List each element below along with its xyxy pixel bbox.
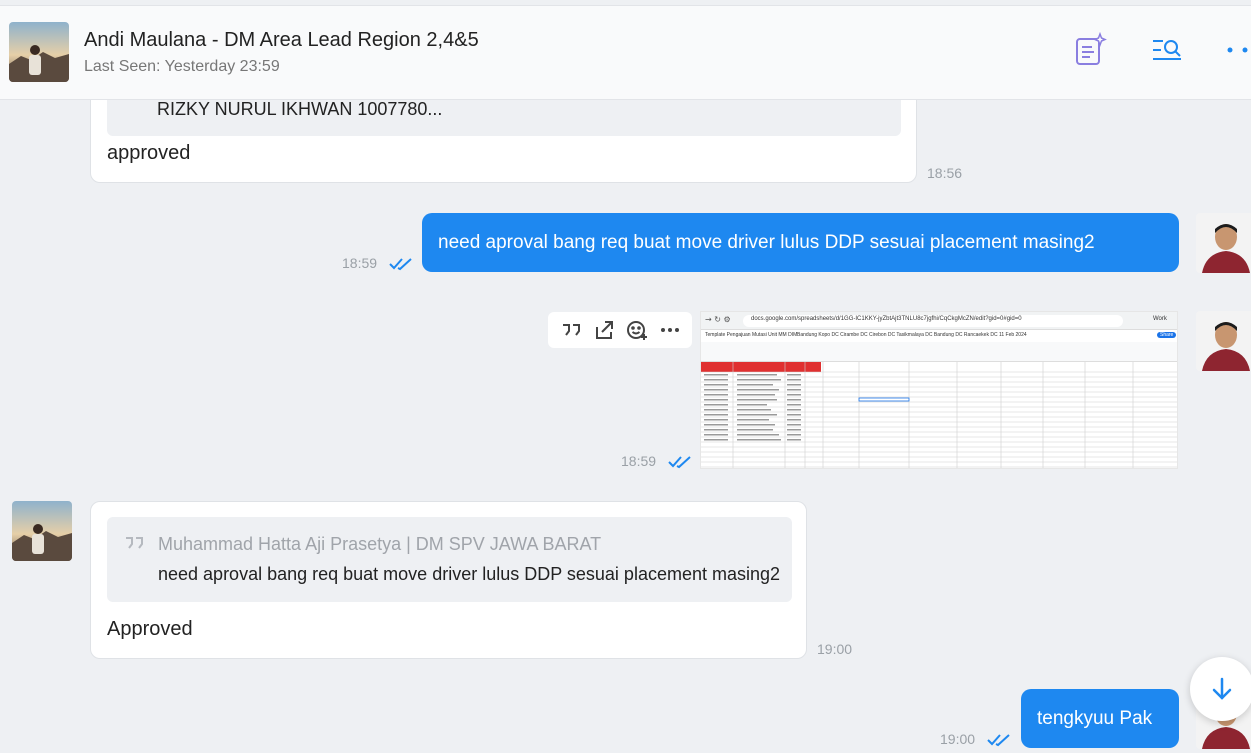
read-receipt-icon: [389, 258, 412, 271]
chat-header: Andi Maulana - DM Area Lead Region 2,4&5…: [0, 5, 1251, 100]
quote-icon[interactable]: [557, 316, 585, 344]
message-text: approved: [107, 142, 191, 164]
message-time: 19:00: [817, 641, 853, 657]
contact-name: Andi Maulana - DM Area Lead Region 2,4&5: [84, 29, 479, 51]
last-seen-status: Last Seen: Yesterday 23:59: [84, 58, 280, 75]
spreadsheet-grid: [701, 362, 1177, 468]
share-button: Share: [1157, 332, 1177, 338]
sheet-tabs: Bandung Kopo DC Cirambe DC Cirebon DC Ta…: [797, 332, 1027, 338]
chat-messages: RIZKY NURUL IKHWAN 1007780... approved 1…: [0, 100, 1251, 753]
reply-quote[interactable]: Muhammad Hatta Aji Prasetya | DM SPV JAW…: [107, 517, 792, 602]
message-bubble-outgoing[interactable]: tengkyuu Pak: [1021, 689, 1179, 748]
address-bar-url: docs.google.com/spreadsheets/d/1GG-IC1KK…: [751, 316, 1022, 322]
reply-quote[interactable]: RIZKY NURUL IKHWAN 1007780...: [107, 100, 901, 136]
quote-mark-icon: [126, 537, 143, 549]
message-text: need aproval bang req buat move driver l…: [438, 231, 1095, 253]
quoted-message-text: RIZKY NURUL IKHWAN 1007780...: [157, 100, 443, 119]
doc-title: Template Pengajuan Mutasi Unit MM DIM: [705, 332, 798, 338]
message-time: 18:59: [621, 453, 657, 469]
quoted-author: Muhammad Hatta Aji Prasetya | DM SPV JAW…: [158, 534, 602, 554]
more-horizontal-icon[interactable]: [656, 316, 684, 344]
message-bubble-incoming[interactable]: Muhammad Hatta Aji Prasetya | DM SPV JAW…: [90, 501, 807, 659]
read-receipt-icon: [668, 456, 691, 469]
message-bubble-incoming[interactable]: RIZKY NURUL IKHWAN 1007780... approved: [90, 100, 917, 183]
message-time: 18:56: [927, 165, 963, 181]
contact-avatar[interactable]: [12, 501, 72, 561]
message-actions-toolbar: [548, 312, 692, 348]
my-avatar[interactable]: [1196, 311, 1251, 371]
browser-nav-icons: → ↻ ⚙: [705, 315, 731, 324]
message-bubble-outgoing[interactable]: need aproval bang req buat move driver l…: [422, 213, 1179, 272]
read-receipt-icon: [987, 734, 1010, 747]
note-sparkle-icon[interactable]: [1070, 30, 1110, 70]
sheet-toolbar: [701, 342, 1177, 362]
arrow-down-icon: [1212, 677, 1232, 700]
scroll-to-bottom-button[interactable]: [1190, 657, 1251, 721]
quoted-message-text: need aproval bang req buat move driver l…: [158, 564, 781, 584]
message-time: 19:00: [940, 731, 976, 747]
browser-toolbar: → ↻ ⚙ docs.google.com/spreadsheets/d/1GG…: [701, 312, 1177, 330]
search-list-icon[interactable]: [1147, 30, 1187, 70]
image-attachment[interactable]: → ↻ ⚙ docs.google.com/spreadsheets/d/1GG…: [700, 311, 1178, 469]
message-text: Approved: [107, 618, 193, 640]
contact-avatar[interactable]: [9, 22, 69, 82]
message-time: 18:59: [342, 255, 378, 271]
sheet-menubar: Template Pengajuan Mutasi Unit MM DIM Ba…: [701, 330, 1177, 342]
message-text: tengkyuu Pak: [1037, 707, 1153, 729]
profile-badge: Work: [1153, 316, 1167, 322]
share-icon[interactable]: [590, 316, 618, 344]
my-avatar[interactable]: [1196, 213, 1251, 273]
emoji-add-icon[interactable]: [623, 316, 651, 344]
more-dots-icon[interactable]: [1215, 30, 1251, 70]
